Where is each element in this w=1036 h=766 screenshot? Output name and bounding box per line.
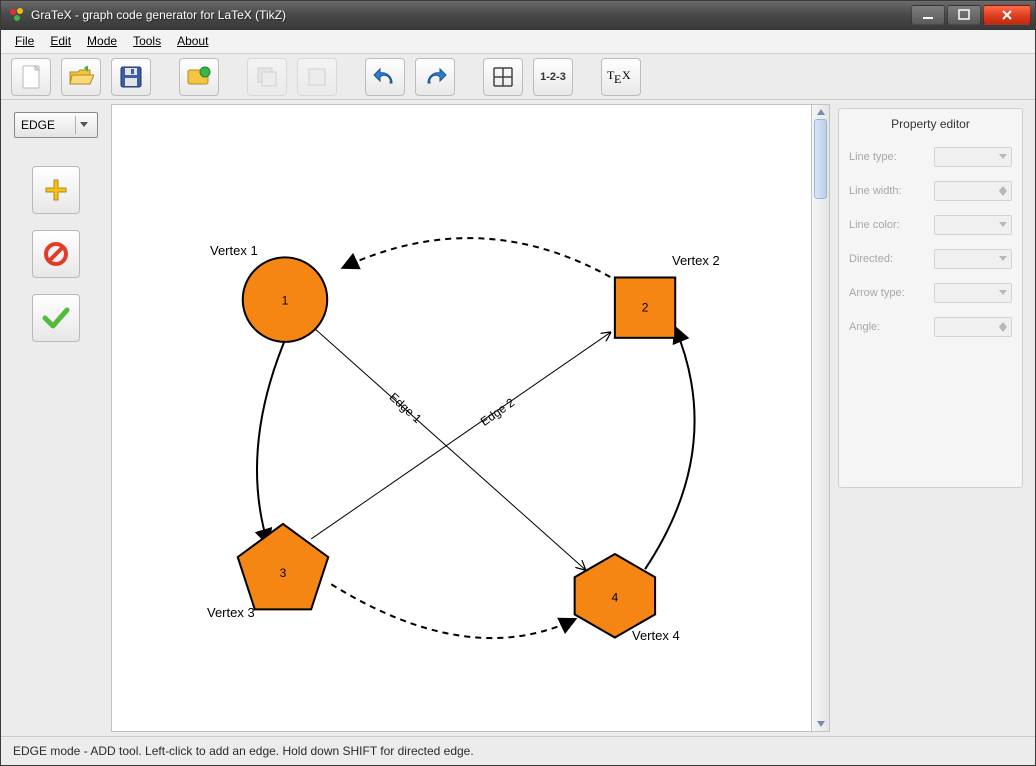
vertex3-label: Vertex 3 xyxy=(207,605,255,620)
svg-text:4: 4 xyxy=(612,590,619,604)
label-angle: Angle: xyxy=(849,321,880,333)
vertex2-label: Vertex 2 xyxy=(672,253,720,268)
status-text: EDGE mode - ADD tool. Left-click to add … xyxy=(13,744,474,758)
vertex4-label: Vertex 4 xyxy=(632,628,680,643)
menu-edit[interactable]: Edit xyxy=(44,31,77,51)
label-line-width: Line width: xyxy=(849,185,902,197)
chevron-down-icon xyxy=(75,116,91,134)
prohibit-icon xyxy=(42,240,70,268)
duplicate-button[interactable] xyxy=(297,58,337,96)
numbering-button[interactable]: 1-2-3 xyxy=(533,58,573,96)
property-panel: Property editor Line type: Line width: L… xyxy=(830,100,1035,737)
vertical-scrollbar[interactable] xyxy=(812,104,830,733)
label-line-type: Line type: xyxy=(849,151,897,163)
menu-tools[interactable]: Tools xyxy=(127,31,167,51)
property-title: Property editor xyxy=(849,117,1012,131)
menu-mode[interactable]: Mode xyxy=(81,31,123,51)
scroll-up-icon[interactable] xyxy=(812,105,829,119)
label-line-color: Line color: xyxy=(849,219,900,231)
field-line-width[interactable] xyxy=(934,181,1012,201)
delete-tool-button[interactable] xyxy=(32,230,80,278)
minimize-button[interactable] xyxy=(911,5,945,25)
svg-text:Edge 2: Edge 2 xyxy=(478,395,518,429)
menu-file[interactable]: File xyxy=(9,31,40,51)
property-box: Property editor Line type: Line width: L… xyxy=(838,108,1023,488)
statusbar: EDGE mode - ADD tool. Left-click to add … xyxy=(1,736,1035,765)
svg-text:1: 1 xyxy=(282,294,289,308)
field-line-type[interactable] xyxy=(934,147,1012,167)
app-window: GraTeX - graph code generator for LaTeX … xyxy=(0,0,1036,766)
field-arrow-type[interactable] xyxy=(934,283,1012,303)
titlebar[interactable]: GraTeX - graph code generator for LaTeX … xyxy=(1,1,1035,30)
label-arrow-type: Arrow type: xyxy=(849,287,905,299)
plus-icon xyxy=(42,176,70,204)
scroll-thumb[interactable] xyxy=(814,119,827,199)
content-area: EDGE xyxy=(1,100,1035,737)
grid-button[interactable] xyxy=(483,58,523,96)
toolbar: 1-2-3 TEX xyxy=(1,54,1035,100)
canvas-container: 1 2 3 4 Edge 1 Edge 2 Vertex 1 Vertex 2 … xyxy=(111,100,830,737)
vertex1-label: Vertex 1 xyxy=(210,243,258,258)
check-icon xyxy=(41,306,71,330)
field-line-color[interactable] xyxy=(934,215,1012,235)
mode-select[interactable]: EDGE xyxy=(14,112,98,138)
window-controls xyxy=(911,5,1031,25)
menu-about[interactable]: About xyxy=(171,31,214,51)
copy-button[interactable] xyxy=(247,58,287,96)
scroll-down-icon[interactable] xyxy=(812,717,829,731)
new-button[interactable] xyxy=(11,58,51,96)
redo-button[interactable] xyxy=(415,58,455,96)
field-angle[interactable] xyxy=(934,317,1012,337)
mode-value: EDGE xyxy=(21,118,55,132)
accept-tool-button[interactable] xyxy=(32,294,80,342)
label-directed: Directed: xyxy=(849,253,893,265)
window-title: GraTeX - graph code generator for LaTeX … xyxy=(31,8,911,22)
menubar: File Edit Mode Tools About xyxy=(1,30,1035,55)
close-button[interactable] xyxy=(983,5,1031,25)
field-directed[interactable] xyxy=(934,249,1012,269)
svg-text:3: 3 xyxy=(280,566,287,580)
undo-button[interactable] xyxy=(365,58,405,96)
svg-text:X: X xyxy=(622,68,631,82)
maximize-button[interactable] xyxy=(947,5,981,25)
graph-canvas[interactable]: 1 2 3 4 Edge 1 Edge 2 Vertex 1 Vertex 2 … xyxy=(111,104,812,733)
save-button[interactable] xyxy=(111,58,151,96)
template-button[interactable] xyxy=(179,58,219,96)
app-icon xyxy=(9,7,25,23)
open-button[interactable] xyxy=(61,58,101,96)
svg-text:2: 2 xyxy=(642,301,649,315)
tool-palette: EDGE xyxy=(1,100,111,737)
add-tool-button[interactable] xyxy=(32,166,80,214)
svg-text:E: E xyxy=(614,72,621,86)
svg-text:Edge 1: Edge 1 xyxy=(387,390,425,426)
tex-export-button[interactable]: TEX xyxy=(601,58,641,96)
graph-svg: 1 2 3 4 Edge 1 Edge 2 xyxy=(112,105,811,732)
